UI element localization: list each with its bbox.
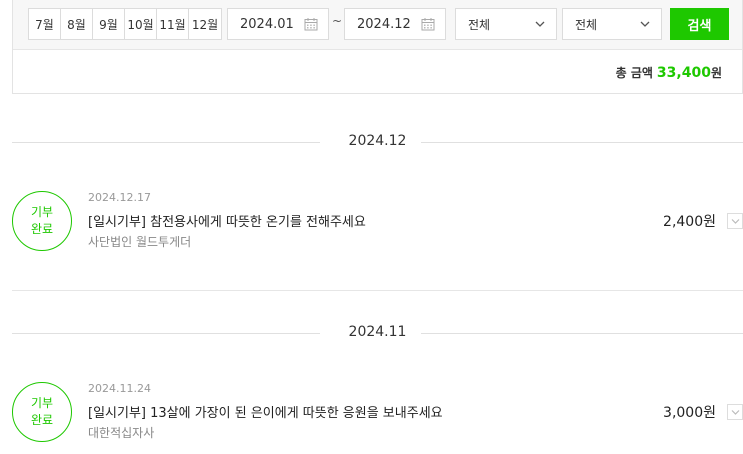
chevron-down-icon: [535, 21, 545, 27]
divider-line-right: [421, 333, 743, 334]
end-date-field[interactable]: 2024.12: [344, 8, 446, 40]
donation-type-select[interactable]: 전체: [455, 8, 557, 40]
month-button-7[interactable]: 7월: [29, 9, 61, 39]
donation-amount: 3,000원: [663, 405, 716, 421]
month-button-11[interactable]: 11월: [157, 9, 189, 39]
chevron-down-icon: [731, 410, 740, 415]
donation-organization: 사단법인 월드투게더: [88, 235, 192, 249]
total-currency: 원: [710, 66, 722, 80]
chevron-down-icon: [640, 21, 650, 27]
badge-line2: 완료: [30, 222, 54, 236]
donation-amount: 2,400원: [663, 214, 716, 230]
section-separator: [12, 290, 743, 291]
badge-line1: 기부: [30, 396, 54, 410]
month-divider: 2024.12: [12, 132, 743, 152]
completed-badge: 기부 완료: [12, 382, 72, 442]
divider-line-right: [421, 142, 743, 143]
donation-title[interactable]: [일시기부] 참전용사에게 따뜻한 온기를 전해주세요: [88, 211, 366, 230]
month-divider-label: 2024.12: [348, 133, 407, 149]
chevron-down-icon: [731, 219, 740, 224]
filter-panel: 7월 8월 9월 10월 11월 12월 2024.01 ~ 2024.12 전…: [12, 0, 743, 94]
month-divider: 2024.11: [12, 323, 743, 343]
calendar-icon[interactable]: [421, 17, 435, 31]
donation-list-item[interactable]: 기부 완료 2024.12.17 [일시기부] 참전용사에게 따뜻한 온기를 전…: [12, 191, 743, 261]
filter-row: 7월 8월 9월 10월 11월 12월 2024.01 ~ 2024.12 전…: [13, 0, 742, 50]
expand-button[interactable]: [727, 213, 743, 229]
donation-date: 2024.12.17: [88, 191, 151, 204]
date-range-separator: ~: [332, 14, 343, 28]
start-date-field[interactable]: 2024.01: [227, 8, 329, 40]
donation-type-value: 전체: [468, 17, 491, 32]
donation-status-select[interactable]: 전체: [562, 8, 662, 40]
month-button-8[interactable]: 8월: [61, 9, 93, 39]
donation-list-item[interactable]: 기부 완료 2024.11.24 [일시기부] 13살에 가장이 된 은이에게 …: [12, 382, 743, 452]
donation-organization: 대한적십자사: [88, 426, 155, 440]
month-divider-label: 2024.11: [348, 324, 407, 340]
expand-button[interactable]: [727, 404, 743, 420]
calendar-icon[interactable]: [304, 17, 318, 31]
month-button-10[interactable]: 10월: [125, 9, 157, 39]
month-quick-select: 7월 8월 9월 10월 11월 12월: [28, 8, 222, 40]
completed-badge: 기부 완료: [12, 191, 72, 251]
search-button[interactable]: 검색: [670, 8, 729, 40]
donation-date: 2024.11.24: [88, 382, 151, 395]
total-summary: 총 금액 33,400원: [616, 64, 722, 81]
month-button-9[interactable]: 9월: [93, 9, 125, 39]
donation-status-value: 전체: [575, 17, 598, 32]
badge-line2: 완료: [30, 413, 54, 427]
donation-title[interactable]: [일시기부] 13살에 가장이 된 은이에게 따뜻한 응원을 보내주세요: [88, 402, 443, 421]
badge-line1: 기부: [30, 205, 54, 219]
end-date-value: 2024.12: [357, 16, 411, 32]
total-label: 총 금액: [615, 66, 653, 80]
month-button-12[interactable]: 12월: [189, 9, 221, 39]
total-amount: 33,400: [656, 65, 711, 81]
start-date-value: 2024.01: [240, 16, 294, 32]
